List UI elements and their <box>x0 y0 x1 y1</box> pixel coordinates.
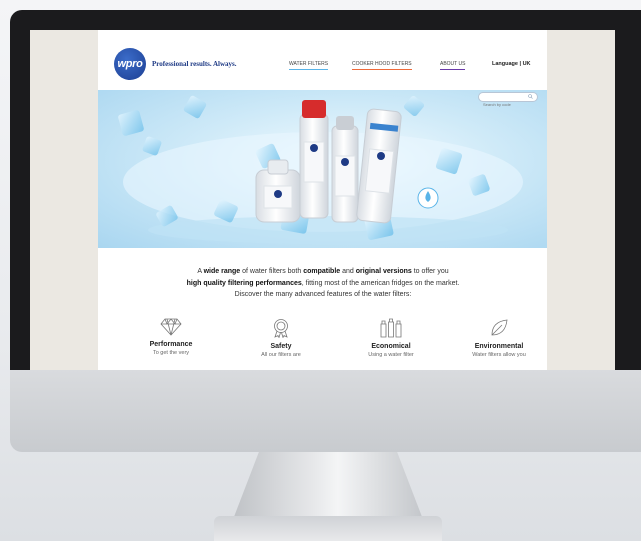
intro-line-3: Discover the many advanced features of t… <box>234 291 412 298</box>
feature-economical[interactable]: Economical Using a water filter <box>346 318 436 358</box>
site-header: wpro Professional results. Always. WATER… <box>98 30 547 90</box>
diamond-icon <box>160 318 182 336</box>
feature-performance[interactable]: Performance To get the very <box>126 318 216 356</box>
feature-safety[interactable]: Safety All our filters are <box>236 318 326 358</box>
hero-banner <box>98 90 547 248</box>
feature-desc: Water filters allow you <box>472 352 526 358</box>
hero-image <box>118 95 523 244</box>
award-ribbon-icon <box>274 319 288 338</box>
feature-desc: All our filters are <box>261 352 301 358</box>
intro-line-2: high quality filtering performances, fit… <box>186 279 460 287</box>
wpro-logo[interactable]: wpro <box>114 48 146 80</box>
search-box[interactable] <box>478 92 538 109</box>
nav-about-us[interactable]: ABOUT US <box>440 61 466 70</box>
monitor-stand-base <box>214 516 442 541</box>
nav-water-filters[interactable]: WATER FILTERS <box>289 61 329 70</box>
feature-desc: To get the very <box>152 350 190 356</box>
logo-text: wpro <box>117 58 143 70</box>
intro-text: A wide range of water filters both compa… <box>138 266 508 301</box>
features-row: Performance To get the very Safety All o… <box>98 318 547 370</box>
feature-title: Economical <box>371 343 411 350</box>
monitor-chin <box>10 370 641 452</box>
monitor-screen: wpro Professional results. Always. WATER… <box>30 30 615 370</box>
bottles-icon <box>380 318 402 338</box>
feature-desc: Using a water filter <box>368 352 414 358</box>
search-input[interactable] <box>479 100 527 109</box>
feature-title: Performance <box>149 341 193 348</box>
feature-title: Safety <box>270 343 292 350</box>
nav-cooker-hood-filters[interactable]: COOKER HOOD FILTERS <box>352 61 412 70</box>
monitor-stand <box>232 452 424 522</box>
leaf-icon <box>491 319 508 336</box>
tagline: Professional results. Always. <box>152 60 237 68</box>
language-selector[interactable]: Language | UK <box>492 61 531 67</box>
web-page: wpro Professional results. Always. WATER… <box>98 30 547 370</box>
intro-line-1: A wide range of water filters both compa… <box>197 268 449 275</box>
search-icon[interactable] <box>528 94 533 99</box>
feature-title: Environmental <box>474 343 524 350</box>
feature-environmental[interactable]: Environmental Water filters allow you <box>454 318 544 358</box>
